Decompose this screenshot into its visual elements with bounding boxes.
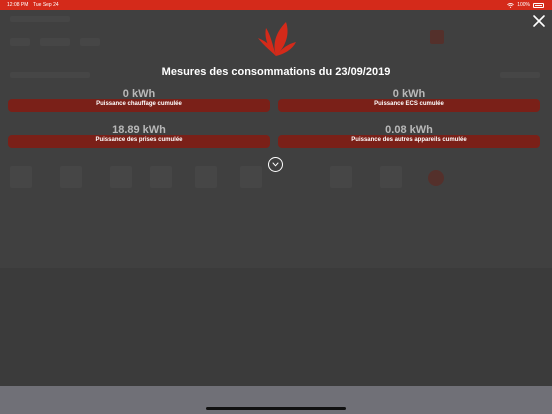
card-plugs: 18.89 kWh Puissance des prises cumulée <box>8 124 270 152</box>
battery-percent: 100% <box>517 2 530 8</box>
card-other-devices: 0.08 kWh Puissance des autres appareils … <box>278 124 540 152</box>
expand-button[interactable] <box>268 157 283 172</box>
close-icon[interactable] <box>532 14 546 28</box>
chevron-down-icon <box>272 162 279 167</box>
home-indicator[interactable] <box>206 407 346 410</box>
status-date: Tue Sep 24 <box>33 2 59 8</box>
background-panel <box>0 268 552 386</box>
card-value: 0 kWh <box>392 88 426 100</box>
leaf-logo-icon <box>258 22 296 56</box>
wifi-icon <box>507 2 515 8</box>
card-heating: 0 kWh Puissance chauffage cumulée <box>8 88 270 116</box>
card-label: Puissance des prises cumulée <box>95 137 183 143</box>
card-value: 0 kWh <box>122 88 156 100</box>
card-ecs: 0 kWh Puissance ECS cumulée <box>278 88 540 116</box>
status-bar: 12:08 PM Tue Sep 24 100% <box>0 0 552 10</box>
status-right: 100% <box>507 2 544 8</box>
battery-icon <box>533 2 544 8</box>
card-label: Puissance chauffage cumulée <box>96 101 182 107</box>
modal-title: Mesures des consommations du 23/09/2019 <box>161 66 391 78</box>
status-time: 12:08 PM <box>7 2 29 8</box>
card-value: 18.89 kWh <box>112 124 166 136</box>
card-label: Puissance ECS cumulée <box>374 101 444 107</box>
card-label: Puissance des autres appareils cumulée <box>351 137 467 143</box>
card-value: 0.08 kWh <box>385 124 433 136</box>
